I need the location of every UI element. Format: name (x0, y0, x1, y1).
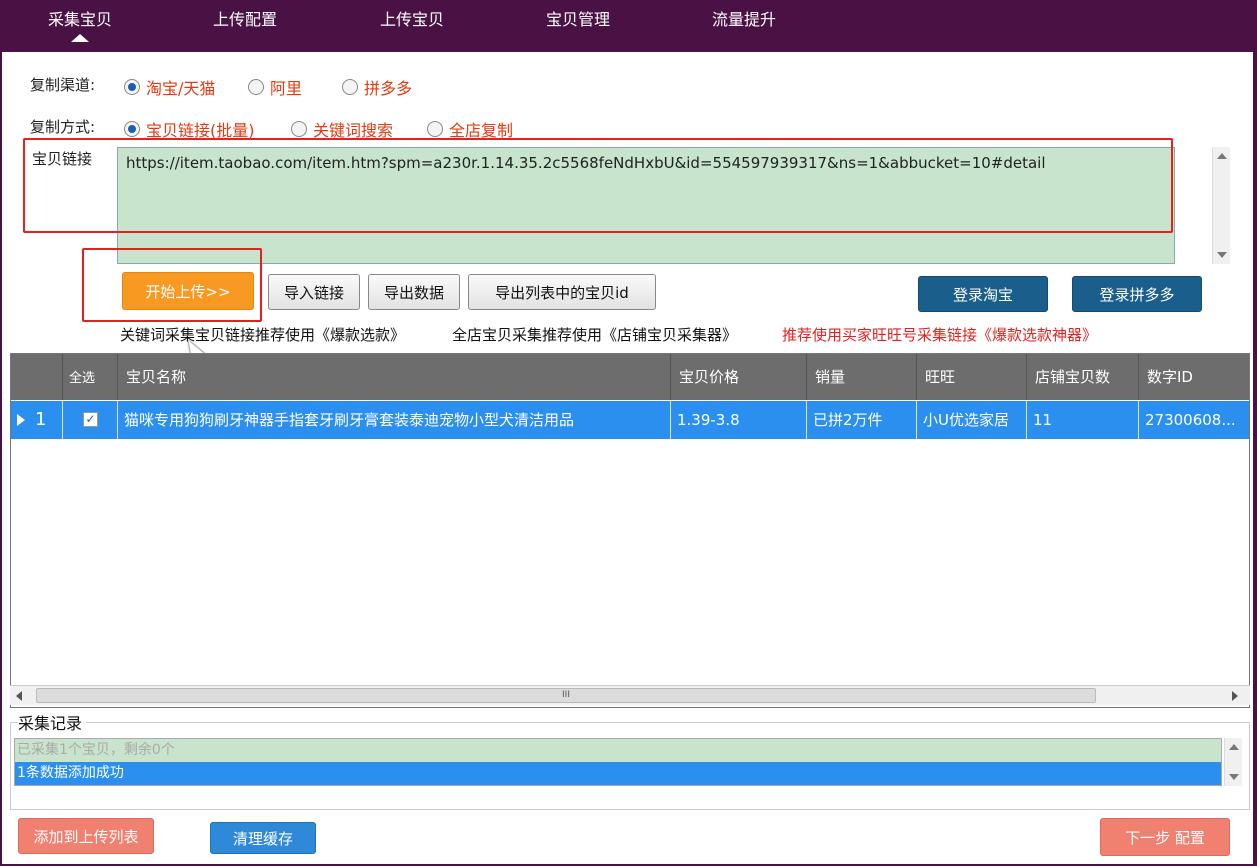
tab-label: 上传宝贝 (379, 10, 444, 29)
tab-upload-config[interactable]: 上传配置 (205, 6, 285, 46)
log-title: 采集记录 (18, 710, 87, 734)
add-to-upload-list-button[interactable]: 添加到上传列表 (18, 818, 154, 854)
tab-label: 上传配置 (212, 10, 277, 29)
col-header-shop-count[interactable]: 店铺宝贝数 (1027, 354, 1139, 400)
import-links-button[interactable]: 导入链接 (268, 274, 360, 310)
row-sales: 已拼2万件 (807, 401, 917, 439)
login-taobao-button[interactable]: 登录淘宝 (918, 276, 1048, 312)
row-price: 1.39-3.8 (671, 401, 807, 439)
tab-item-management[interactable]: 宝贝管理 (538, 6, 618, 46)
highlight-box-link (23, 138, 1173, 233)
next-config-button[interactable]: 下一步 配置 (1100, 818, 1230, 856)
link-scrollbar[interactable] (1212, 147, 1230, 264)
table-row[interactable]: 1 ✓ 猫咪专用狗狗刷牙神器手指套牙刷牙膏套装泰迪宠物小型犬清洁用品 1.39-… (11, 401, 1249, 439)
log-scrollbar[interactable] (1224, 738, 1242, 786)
tip-keyword: 关键词采集宝贝链接推荐使用《爆款选款》 (120, 326, 406, 344)
radio-label: 拼多多 (364, 79, 413, 98)
radio-unchecked-icon (248, 79, 264, 95)
scroll-down-icon[interactable] (1217, 252, 1227, 258)
col-header-sales[interactable]: 销量 (807, 354, 917, 400)
row-pointer-icon (17, 414, 25, 426)
export-data-button[interactable]: 导出数据 (368, 274, 460, 310)
tab-label: 宝贝管理 (545, 10, 610, 29)
channel-radio-ali[interactable]: 阿里 (248, 75, 302, 99)
radio-unchecked-icon (342, 79, 358, 95)
channel-label: 复制渠道: (30, 76, 96, 94)
tab-label: 采集宝贝 (47, 10, 112, 29)
scroll-thumb[interactable]: III (36, 688, 1096, 703)
tab-upload-items[interactable]: 上传宝贝 (372, 6, 452, 46)
login-pdd-button[interactable]: 登录拼多多 (1072, 276, 1202, 312)
row-checkbox-cell[interactable]: ✓ (63, 401, 118, 439)
export-ids-button[interactable]: 导出列表中的宝贝id (468, 274, 656, 310)
radio-checked-icon (124, 79, 140, 95)
tab-collect[interactable]: 采集宝贝 (40, 6, 120, 46)
row-checkbox-checked-icon[interactable]: ✓ (83, 412, 98, 427)
tip-wangwang: 推荐使用买家旺旺号采集链接《爆款选款神器》 (782, 326, 1098, 344)
tab-label: 流量提升 (711, 10, 776, 29)
row-id: 27300608... (1145, 411, 1236, 429)
scroll-right-icon[interactable] (1232, 691, 1238, 701)
tab-traffic-boost[interactable]: 流量提升 (704, 6, 784, 46)
items-table: 全选 宝贝名称 宝贝价格 销量 旺旺 店铺宝贝数 数字ID 1 ✓ 猫咪专用狗狗… (10, 353, 1250, 708)
scroll-down-icon[interactable] (1229, 774, 1239, 780)
col-header-index (11, 354, 63, 400)
method-label: 复制方式: (30, 118, 96, 136)
radio-label: 阿里 (270, 79, 303, 98)
col-header-price[interactable]: 宝贝价格 (671, 354, 807, 400)
active-tab-caret-icon (71, 34, 89, 42)
top-nav: 采集宝贝 上传配置 上传宝贝 宝贝管理 流量提升 (0, 0, 1257, 52)
col-header-wangwang[interactable]: 旺旺 (917, 354, 1027, 400)
row-shop-count: 11 (1027, 401, 1139, 439)
radio-label: 淘宝/天猫 (146, 79, 216, 98)
row-index-cell: 1 (11, 401, 63, 439)
radio-unchecked-icon (291, 121, 307, 137)
row-name: 猫咪专用狗狗刷牙神器手指套牙刷牙膏套装泰迪宠物小型犬清洁用品 (118, 401, 671, 439)
tip-shop: 全店宝贝采集推荐使用《店铺宝贝采集器》 (452, 326, 738, 344)
channel-radio-pdd[interactable]: 拼多多 (342, 75, 412, 99)
col-header-id[interactable]: 数字ID (1139, 354, 1249, 400)
table-horizontal-scrollbar[interactable]: III (10, 685, 1250, 705)
row-wangwang: 小U优选家居 (917, 401, 1027, 439)
table-header: 全选 宝贝名称 宝贝价格 销量 旺旺 店铺宝贝数 数字ID (11, 354, 1249, 400)
clear-cache-button[interactable]: 清理缓存 (210, 822, 316, 854)
radio-checked-icon (124, 121, 140, 137)
channel-radio-taobao[interactable]: 淘宝/天猫 (124, 75, 215, 99)
main-panel: 复制渠道: 淘宝/天猫 阿里 拼多多 复制方式: 宝贝链接(批量) 关键词搜索 … (2, 52, 1253, 864)
log-list[interactable]: 已采集1个宝贝，剩余0个 1条数据添加成功 (14, 738, 1222, 786)
row-index: 1 (35, 409, 47, 430)
scroll-left-icon[interactable] (16, 691, 22, 701)
highlight-box-start (82, 248, 262, 322)
log-item[interactable]: 1条数据添加成功 (15, 762, 1221, 785)
select-all-label: 全选 (69, 371, 96, 386)
radio-unchecked-icon (427, 121, 443, 137)
scroll-up-icon[interactable] (1229, 744, 1239, 750)
scroll-up-icon[interactable] (1217, 153, 1227, 159)
col-header-select-all[interactable]: 全选 (63, 354, 118, 400)
col-header-name[interactable]: 宝贝名称 (118, 354, 671, 400)
log-item[interactable]: 已采集1个宝贝，剩余0个 (15, 739, 1221, 762)
